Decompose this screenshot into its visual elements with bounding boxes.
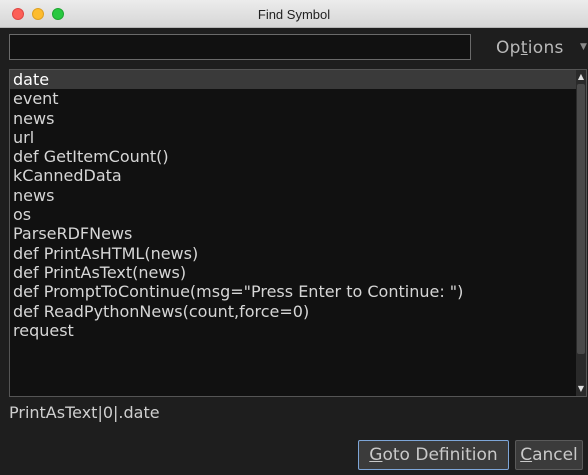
goto-mnemonic: G [369, 445, 383, 465]
cancel-button[interactable]: Cancel [515, 440, 583, 470]
window-title: Find Symbol [257, 7, 331, 22]
symbol-list-item[interactable]: def GetItemCount() [10, 147, 586, 166]
options-label-part: Op [496, 38, 521, 58]
symbol-list-item[interactable]: news [10, 109, 586, 128]
symbol-list-item[interactable]: def PrintAsText(news) [10, 263, 586, 282]
options-label-part: ions [527, 38, 564, 58]
symbol-list-item[interactable]: def PrintAsHTML(news) [10, 244, 586, 263]
cancel-label: ancel [532, 445, 578, 465]
scroll-down-arrow-icon[interactable]: ▼ [576, 384, 586, 394]
scroll-thumb[interactable] [577, 84, 585, 354]
options-menu-button[interactable]: Options [496, 38, 564, 58]
cancel-mnemonic: C [520, 445, 533, 465]
chevron-down-icon[interactable]: ▼ [580, 42, 587, 52]
symbol-path-status: PrintAsText|0|.date [9, 403, 160, 422]
scrollbar[interactable]: ▲ ▼ [576, 70, 586, 396]
toolbar: Options ▼ [0, 28, 588, 68]
title-bar: Find Symbol [0, 0, 588, 28]
scroll-up-arrow-icon[interactable]: ▲ [576, 72, 586, 82]
symbol-list-item[interactable]: event [10, 89, 586, 108]
goto-label: oto Definition [382, 445, 498, 465]
symbol-list-item[interactable]: kCannedData [10, 166, 586, 185]
goto-definition-button[interactable]: Goto Definition [358, 440, 509, 470]
symbol-list-item[interactable]: def ReadPythonNews(count,force=0) [10, 302, 586, 321]
symbol-list-item[interactable]: date [10, 70, 586, 90]
symbol-list-item[interactable]: def PromptToContinue(msg="Press Enter to… [10, 282, 586, 301]
symbol-list-item[interactable]: news [10, 186, 586, 205]
symbol-list-items: date event news url def GetItemCount() kCanne… [10, 70, 586, 340]
symbol-list-item[interactable]: request [10, 321, 586, 340]
symbol-list-item[interactable]: ParseRDFNews [10, 224, 586, 243]
symbol-search-input[interactable] [9, 34, 471, 60]
symbol-list-item[interactable]: url [10, 128, 586, 147]
symbol-list-item[interactable]: os [10, 205, 586, 224]
symbol-list[interactable]: date event news url def GetItemCount() kCanne… [9, 69, 587, 397]
options-mnemonic: t [520, 38, 528, 58]
